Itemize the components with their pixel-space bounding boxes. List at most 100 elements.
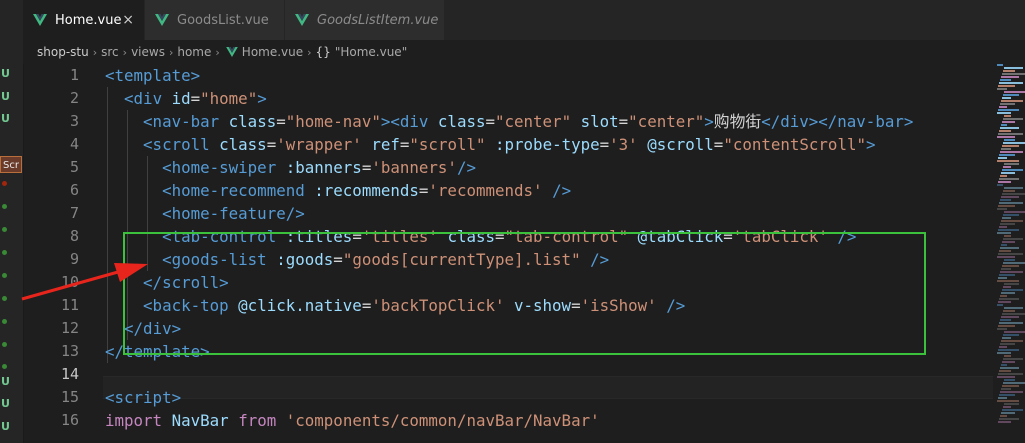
code-token: '3' bbox=[609, 135, 638, 154]
minimap-line bbox=[1003, 286, 1011, 288]
code-token: /> bbox=[456, 158, 476, 177]
minimap-line bbox=[997, 64, 1003, 66]
minimap-line bbox=[1000, 343, 1015, 345]
code-token: 购物街 bbox=[713, 112, 762, 131]
editor-tab-bar: Home.vue × GoodsList.vue GoodsListItem.v… bbox=[23, 0, 1025, 40]
tab-goodslistitem-vue[interactable]: GoodsListItem.vue bbox=[285, 0, 445, 40]
code-token: 'banners' bbox=[371, 158, 457, 177]
minimap-line bbox=[1004, 139, 1015, 141]
code-token: "center" bbox=[628, 112, 705, 131]
minimap-line bbox=[997, 208, 1007, 210]
minimap-line bbox=[998, 421, 1011, 423]
code-line: <template> bbox=[105, 64, 200, 87]
minimap-line bbox=[1004, 283, 1019, 285]
minimap-line bbox=[997, 160, 1019, 162]
minimap-line bbox=[1002, 265, 1019, 267]
minimap-line bbox=[997, 352, 1011, 354]
code-token: = bbox=[599, 135, 610, 154]
code-token: = bbox=[276, 112, 286, 131]
minimap-line bbox=[1001, 268, 1011, 270]
minimap-line bbox=[1000, 79, 1011, 81]
minimap-line bbox=[999, 346, 1007, 348]
minimap-line bbox=[1002, 313, 1025, 315]
line-number: 3 bbox=[69, 112, 79, 130]
minimap-line bbox=[997, 184, 1003, 186]
minimap-line bbox=[1000, 271, 1023, 273]
breadcrumb-item[interactable]: src bbox=[101, 45, 119, 59]
minimap-line bbox=[1002, 289, 1023, 291]
minimap-line bbox=[999, 202, 1023, 204]
code-token: "scroll" bbox=[409, 135, 486, 154]
minimap-line bbox=[1000, 223, 1015, 225]
code-token: = bbox=[190, 89, 201, 108]
code-token: import bbox=[105, 411, 163, 430]
breadcrumb: shop-stu › src › views › home › Home.vue… bbox=[23, 40, 1025, 64]
minimap-line bbox=[998, 229, 1019, 231]
code-line: <nav-bar class="home-nav"><div class="ce… bbox=[105, 110, 913, 133]
minimap-line bbox=[997, 232, 1011, 234]
code-token: from bbox=[238, 411, 277, 430]
minimap-line bbox=[1003, 310, 1015, 312]
minimap-line bbox=[997, 400, 1019, 402]
minimap-line bbox=[998, 325, 1015, 327]
minimap-line bbox=[1004, 355, 1011, 357]
tab-goodslist-vue[interactable]: GoodsList.vue bbox=[145, 0, 285, 40]
minimap-line bbox=[1000, 295, 1007, 297]
code-token: = bbox=[713, 135, 724, 154]
arrow-annotation-icon bbox=[21, 263, 148, 301]
line-number: 1 bbox=[69, 66, 79, 84]
code-token: = bbox=[266, 135, 277, 154]
minimap-line bbox=[1003, 166, 1011, 168]
minimap-line bbox=[1001, 292, 1015, 294]
line-number: 5 bbox=[69, 158, 79, 176]
code-token: </div></nav-bar> bbox=[761, 112, 914, 131]
minimap-line bbox=[1001, 244, 1007, 246]
minimap-line bbox=[997, 328, 1007, 330]
code-token: <template> bbox=[105, 66, 201, 85]
minimap-line bbox=[998, 253, 1023, 255]
tab-home-vue[interactable]: Home.vue × bbox=[23, 0, 145, 40]
breadcrumb-item[interactable]: Home.vue bbox=[242, 45, 303, 59]
minimap-line bbox=[1002, 145, 1019, 147]
status-dot-icon bbox=[2, 342, 7, 347]
explorer-badge[interactable]: Scr bbox=[0, 156, 22, 173]
minimap-line bbox=[999, 82, 1023, 84]
vue-logo-icon bbox=[155, 14, 169, 26]
minimap-line bbox=[997, 112, 1011, 114]
minimap-line bbox=[1000, 415, 1007, 417]
code-token: > bbox=[865, 135, 876, 154]
minimap-line bbox=[999, 178, 1019, 180]
minimap-line bbox=[998, 301, 1011, 303]
minimap-line bbox=[1004, 403, 1019, 405]
breadcrumb-item[interactable]: shop-stu bbox=[37, 45, 89, 59]
minimap[interactable] bbox=[993, 64, 1025, 443]
minimap-line bbox=[1001, 340, 1023, 342]
close-icon[interactable]: × bbox=[122, 13, 134, 27]
minimap-line bbox=[1004, 163, 1019, 165]
minimap-line bbox=[1002, 385, 1019, 387]
minimap-line bbox=[1004, 187, 1023, 189]
minimap-line bbox=[1000, 175, 1007, 177]
minimap-line bbox=[1000, 151, 1023, 153]
code-token: "home-nav" bbox=[285, 112, 381, 131]
minimap-line bbox=[999, 370, 1011, 372]
code-token: class bbox=[228, 112, 277, 131]
minimap-line bbox=[1001, 316, 1019, 318]
minimap-line bbox=[1003, 214, 1019, 216]
minimap-line bbox=[1002, 169, 1023, 171]
minimap-line bbox=[1003, 118, 1023, 120]
minimap-line bbox=[997, 88, 1007, 90]
git-status-untracked: U bbox=[1, 67, 10, 80]
status-dot-icon bbox=[2, 364, 7, 369]
highlight-box bbox=[123, 232, 926, 355]
breadcrumb-item[interactable]: "Home.vue" bbox=[335, 45, 407, 59]
breadcrumb-item[interactable]: views bbox=[131, 45, 165, 59]
code-token: > bbox=[704, 112, 714, 131]
breadcrumb-item[interactable]: home bbox=[177, 45, 211, 59]
